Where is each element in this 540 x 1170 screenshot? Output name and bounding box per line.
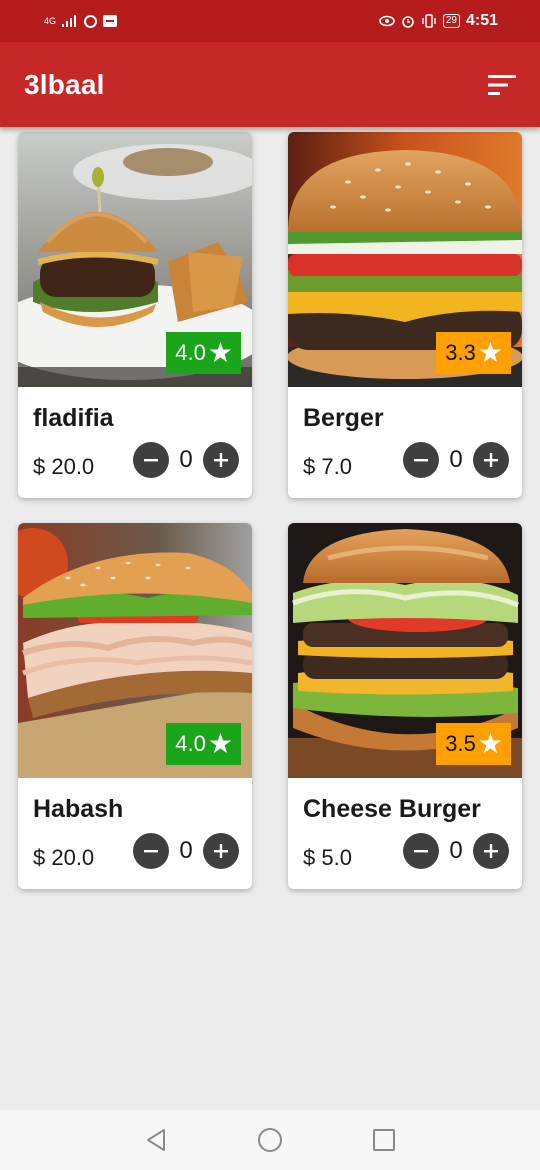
- food-card[interactable]: 4.0 ★ Habash $ 20.0 0: [18, 523, 252, 889]
- food-price: $ 20.0: [33, 454, 95, 479]
- home-button[interactable]: [257, 1127, 283, 1153]
- food-name: Berger: [303, 404, 384, 432]
- rating-value: 3.3: [445, 340, 476, 365]
- filter-menu-button[interactable]: [486, 69, 518, 101]
- decrease-button[interactable]: [133, 833, 169, 869]
- rating-badge: 4.0 ★: [166, 723, 241, 765]
- food-name: Habash: [33, 795, 124, 823]
- home-circle-icon: [258, 1128, 282, 1152]
- increase-button[interactable]: [473, 833, 509, 869]
- network-type: 4G: [44, 15, 57, 26]
- sync-icon: [84, 14, 98, 28]
- quantity-value: 0: [179, 837, 193, 864]
- rating-value: 3.5: [445, 731, 476, 756]
- back-triangle-icon: [147, 1129, 165, 1151]
- food-price: $ 20.0: [33, 845, 95, 870]
- increase-button[interactable]: [473, 442, 509, 478]
- minus-icon: [144, 850, 158, 853]
- app-title: 3lbaal: [24, 68, 105, 100]
- food-card[interactable]: 3.3 ★ Berger $ 7.0 0: [288, 132, 522, 498]
- minus-icon: [414, 850, 428, 853]
- decrease-button[interactable]: [133, 442, 169, 478]
- minus-icon: [414, 459, 428, 462]
- food-image: 4.0 ★: [18, 523, 252, 778]
- signal-icon: [62, 15, 77, 27]
- system-nav-bar: [0, 1110, 540, 1170]
- recents-square-icon: [373, 1129, 395, 1151]
- plus-icon: [214, 844, 228, 858]
- decrease-button[interactable]: [403, 833, 439, 869]
- rating-badge: 3.5 ★: [436, 723, 511, 765]
- star-icon: ★: [207, 337, 233, 368]
- food-price: $ 5.0: [303, 845, 352, 870]
- star-icon: ★: [207, 728, 233, 759]
- rating-badge: 4.0 ★: [166, 332, 241, 374]
- food-card[interactable]: 3.5 ★ Cheese Burger $ 5.0 0: [288, 523, 522, 889]
- recents-button[interactable]: [371, 1127, 397, 1153]
- decrease-button[interactable]: [403, 442, 439, 478]
- rating-value: 4.0: [175, 731, 206, 756]
- increase-button[interactable]: [203, 442, 239, 478]
- plus-icon: [214, 453, 228, 467]
- food-image: 4.0 ★: [18, 132, 252, 387]
- food-image: 3.3 ★: [288, 132, 522, 387]
- rating-badge: 3.3 ★: [436, 332, 511, 374]
- increase-button[interactable]: [203, 833, 239, 869]
- battery-icon: 29: [442, 14, 460, 28]
- clock: 4:51: [465, 12, 498, 29]
- quantity-stepper: 0: [133, 442, 239, 478]
- quantity-stepper: 0: [403, 442, 509, 478]
- quantity-stepper: 0: [133, 833, 239, 869]
- app-bar: 3lbaal: [0, 42, 540, 127]
- star-icon: ★: [477, 337, 503, 368]
- star-icon: ★: [477, 728, 503, 759]
- quantity-value: 0: [449, 446, 463, 473]
- filter-list-icon: [488, 74, 516, 95]
- food-name: Cheese Burger: [303, 795, 481, 823]
- app-notification-icon: [103, 15, 118, 27]
- alarm-icon: [402, 16, 414, 28]
- food-image: 3.5 ★: [288, 523, 522, 778]
- plus-icon: [484, 844, 498, 858]
- food-name: fladifia: [33, 404, 114, 432]
- quantity-stepper: 0: [403, 833, 509, 869]
- food-price: $ 7.0: [303, 454, 352, 479]
- rating-value: 4.0: [175, 340, 206, 365]
- vibrate-icon: [422, 14, 436, 28]
- minus-icon: [144, 459, 158, 462]
- status-bar: 4G 29 4:51: [0, 0, 540, 42]
- quantity-value: 0: [179, 446, 193, 473]
- plus-icon: [484, 453, 498, 467]
- quantity-value: 0: [449, 837, 463, 864]
- eye-icon: [379, 15, 395, 27]
- back-button[interactable]: [143, 1127, 169, 1153]
- food-card[interactable]: 4.0 ★ fladifia $ 20.0 0: [18, 132, 252, 498]
